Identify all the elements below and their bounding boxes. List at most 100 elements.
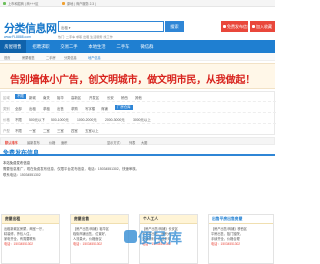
topbar-item[interactable]: 原地 | 商户服务 2.3 | bbox=[67, 1, 96, 6]
filter-option[interactable]: 高新区 bbox=[71, 95, 81, 100]
notice-text: 需要信息推广，现在免费发布信息，仅限平台发布信息，电话：15034551302，… bbox=[3, 167, 140, 171]
search-category-select[interactable]: 出租 ▾ bbox=[61, 25, 70, 30]
search-input[interactable] bbox=[77, 24, 143, 31]
filter-label: 户型 bbox=[3, 129, 10, 133]
topbar-item[interactable]: 上市和招商 | 商+++区 bbox=[8, 1, 39, 6]
sort-bar: 默认排序 最新发布 价格 面积 显示方式: 列表 大图 bbox=[0, 137, 275, 145]
filter-option[interactable]: 商铺 bbox=[101, 106, 108, 111]
filter-option[interactable]: 不限 bbox=[15, 94, 26, 99]
nav-item-housing[interactable]: 房屋租售 bbox=[0, 40, 26, 53]
nav-item-jobs[interactable]: 招聘求职 bbox=[28, 40, 54, 53]
watermark-logo-icon bbox=[124, 230, 137, 243]
display-mode-grid[interactable]: 大图 bbox=[141, 140, 147, 145]
filter-option[interactable]: 500-1000元 bbox=[51, 117, 69, 122]
card-title[interactable]: 房屋出租 bbox=[5, 217, 20, 222]
filter-option[interactable]: 写字楼 bbox=[85, 106, 95, 111]
sort-option[interactable]: 面积 bbox=[61, 140, 67, 145]
card-header: 房屋出售 bbox=[71, 215, 128, 224]
filter-option[interactable]: 其他 bbox=[135, 95, 142, 100]
site-logo[interactable]: 分类信息网 bbox=[4, 20, 57, 36]
filter-row-category: 类别 全部 出租 求租 出售 求购 写字楼 商铺 厂房仓库 bbox=[1, 103, 276, 113]
add-favorite-button[interactable]: 加入收藏 bbox=[250, 21, 275, 32]
store-icon bbox=[62, 2, 65, 5]
filter-option[interactable]: 新城 bbox=[29, 95, 36, 100]
breadcrumb-item[interactable]: 分类信息 bbox=[64, 55, 77, 60]
filter-option[interactable]: 出售 bbox=[57, 106, 64, 111]
post-listing-button[interactable]: 免费发布信息 bbox=[221, 21, 251, 32]
filter-option[interactable]: 不限 bbox=[15, 128, 22, 133]
filter-option[interactable]: 三室 bbox=[57, 128, 64, 133]
filter-option[interactable]: 南关 bbox=[43, 95, 50, 100]
breadcrumb-item[interactable]: 首页 bbox=[4, 55, 10, 60]
top-status-bar: 上市和招商 | 商+++区 原地 | 商户服务 2.3 | bbox=[0, 0, 275, 7]
hot-searches[interactable]: 热门: 二手车 求职 出租 生活服务 找工作 bbox=[58, 34, 113, 39]
filter-option[interactable]: 求购 bbox=[71, 106, 78, 111]
listing-card[interactable]: 出售平房出售房屋 【房产出售/商铺】桥西区 平房出售，独门独院， 手续齐全，价格… bbox=[208, 214, 274, 264]
filter-option[interactable]: 2000-3000元 bbox=[105, 117, 125, 122]
card-phone: 电话：15034551302 bbox=[4, 242, 34, 246]
filter-option[interactable]: 全部 bbox=[15, 106, 22, 111]
filter-option[interactable]: 3000元以上 bbox=[133, 117, 151, 122]
filter-option[interactable]: 1000-2000元 bbox=[77, 117, 97, 122]
display-mode-label: 显示方式: bbox=[107, 140, 121, 145]
sort-option[interactable]: 默认排序 bbox=[5, 140, 18, 145]
nav-item-local-life[interactable]: 本地生活 bbox=[84, 40, 110, 53]
filter-option[interactable]: 出租 bbox=[29, 106, 36, 111]
main-nav: 房屋租售 招聘求职 交易二手 本地生活 二手车 微信群 bbox=[0, 40, 275, 53]
card-header: 房屋出租 bbox=[2, 215, 59, 224]
filter-option[interactable]: 四室 bbox=[71, 128, 78, 133]
card-title[interactable]: 房屋出售 bbox=[74, 217, 89, 222]
listing-card[interactable]: 房屋出租 出租新城区房屋，两室一厅， 精装修，拎包入住， 家电齐全，有需要联系 … bbox=[1, 214, 60, 264]
promo-banner[interactable]: 告别墙体小广告，创文明城市，做文明市民，从我做起！ bbox=[0, 63, 275, 89]
watermark-text: 便民库 bbox=[138, 230, 183, 246]
sort-option[interactable]: 最新发布 bbox=[27, 140, 40, 145]
card-header: 个人工人 bbox=[140, 215, 197, 224]
filter-label: 价格 bbox=[3, 118, 10, 122]
nav-item-used-cars[interactable]: 二手车 bbox=[112, 40, 134, 53]
nav-item-wechat-groups[interactable]: 微信群 bbox=[136, 40, 158, 53]
filter-label: 区域 bbox=[3, 96, 10, 100]
notice-phone: 联系电话：15034551302 bbox=[3, 173, 41, 177]
filter-option[interactable]: 裕华 bbox=[57, 95, 64, 100]
section-header: 免费发布信息 bbox=[0, 147, 275, 157]
filter-option[interactable]: 开发区 bbox=[89, 95, 99, 100]
sort-option[interactable]: 价格 bbox=[49, 140, 55, 145]
breadcrumb-item[interactable]: 房屋租售 bbox=[22, 55, 35, 60]
breadcrumb: 首页 房屋租售 二手房 分类信息 地产信息 bbox=[0, 53, 275, 61]
breadcrumb-item[interactable]: 地产信息 bbox=[88, 55, 101, 60]
search-button[interactable]: 搜索 bbox=[165, 21, 184, 32]
section-title: 免费发布信息 bbox=[3, 151, 40, 157]
card-title[interactable]: 个人工人 bbox=[143, 217, 158, 222]
filter-row-area: 区域 不限 新城 南关 裕华 高新区 开发区 长安 桥西 其他 bbox=[1, 92, 276, 102]
card-body: 【房产出售/商铺】桥西区 平房出售，独门独院， 手续齐全，价格合理 电话：150… bbox=[211, 227, 273, 247]
notice-block: 本站免费发布信息 需要信息推广，现在免费发布信息，仅限平台发布信息，电话：150… bbox=[0, 158, 275, 188]
card-phone: 电话：15034551302 bbox=[73, 242, 103, 246]
display-mode-list[interactable]: 列表 bbox=[129, 140, 135, 145]
card-body: 出租新城区房屋，两室一厅， 精装修，拎包入住， 家电齐全，有需要联系 电话：15… bbox=[4, 227, 58, 247]
location-icon bbox=[3, 2, 6, 5]
filter-option[interactable]: 桥西 bbox=[121, 95, 128, 100]
filter-option[interactable]: 求租 bbox=[43, 106, 50, 111]
filter-option[interactable]: 不限 bbox=[15, 117, 22, 122]
filter-option[interactable]: 五室以上 bbox=[85, 128, 99, 133]
filter-option[interactable]: 厂房仓库 bbox=[115, 105, 133, 110]
site-domain: www.FL8888.com bbox=[4, 35, 31, 39]
banner-text: 告别墙体小广告，创文明城市，做文明市民，从我做起！ bbox=[10, 75, 255, 86]
filter-option[interactable]: 长安 bbox=[107, 95, 114, 100]
filter-row-price: 价格 不限 500元以下 500-1000元 1000-2000元 2000-3… bbox=[1, 114, 276, 124]
card-header: 出售平房出售房屋 bbox=[209, 215, 273, 224]
filter-option[interactable]: 二室 bbox=[43, 128, 50, 133]
notice-heading: 本站免费发布信息 bbox=[3, 161, 31, 165]
filter-panel: 区域 不限 新城 南关 裕华 高新区 开发区 长安 桥西 其他 类别 全部 出租… bbox=[0, 91, 276, 135]
card-title[interactable]: 出售平房出售房屋 bbox=[212, 217, 242, 222]
nav-item-secondhand[interactable]: 交易二手 bbox=[56, 40, 82, 53]
filter-row-layout: 户型 不限 一室 二室 三室 四室 五室以上 bbox=[1, 125, 276, 135]
card-body: 【房产出售/商铺】裕华区 临街商铺出售，位置好， 人流量大，价格面议 电话：15… bbox=[73, 227, 127, 247]
search-box: 出租 ▾ bbox=[58, 21, 164, 32]
filter-option[interactable]: 500元以下 bbox=[29, 117, 45, 122]
breadcrumb-item[interactable]: 二手房 bbox=[46, 55, 56, 60]
filter-label: 类别 bbox=[3, 107, 10, 111]
listing-card[interactable]: 房屋出售 【房产出售/商铺】裕华区 临街商铺出售，位置好， 人流量大，价格面议 … bbox=[70, 214, 129, 264]
filter-option[interactable]: 一室 bbox=[29, 128, 36, 133]
card-phone: 电话：15034551302 bbox=[211, 242, 241, 246]
